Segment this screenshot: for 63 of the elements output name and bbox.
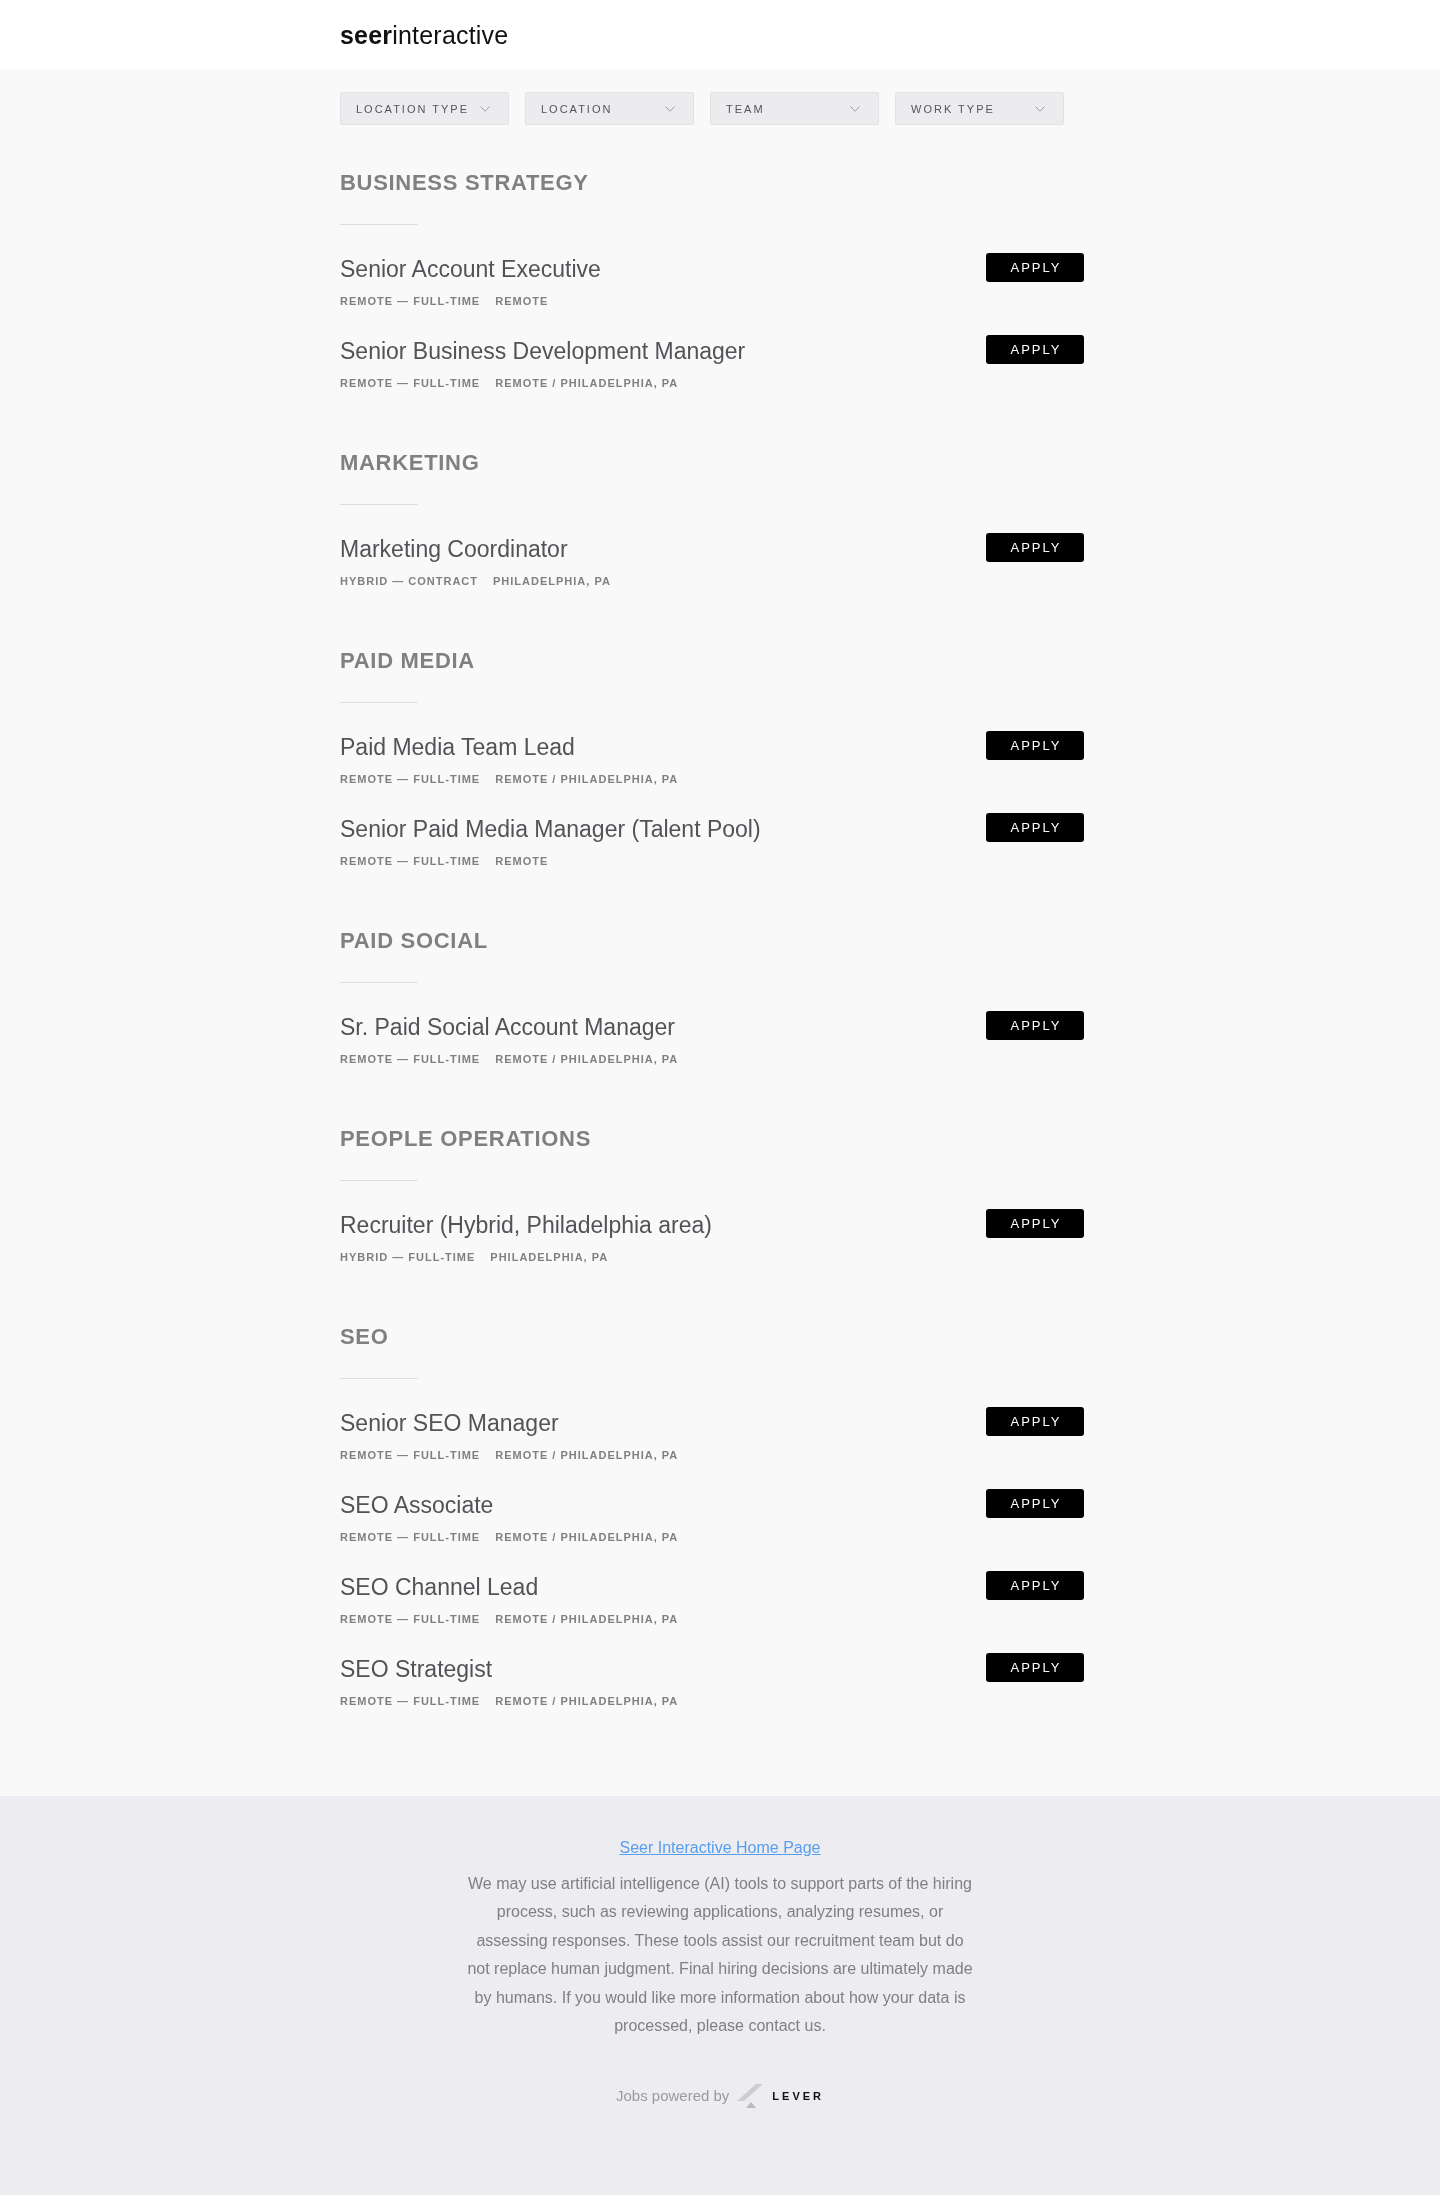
job-type-text: REMOTE — FULL-TIME [340,854,481,869]
section-heading: BUSINESS STRATEGY [340,169,589,197]
job-location-text: PHILADELPHIA, PA [493,574,611,589]
job-location-text: REMOTE / PHILADELPHIA, PA [495,772,679,787]
job-location-text: REMOTE / PHILADELPHIA, PA [495,1612,679,1627]
job-location-text: REMOTE / PHILADELPHIA, PA [495,376,679,391]
filter-dropdown[interactable]: WORK TYPE [895,92,1064,125]
job-type-text: REMOTE — FULL-TIME [340,1530,481,1545]
chevron-down-icon [665,105,675,112]
section-heading: PEOPLE OPERATIONS [340,1125,592,1153]
apply-button[interactable]: APPLY [986,1407,1084,1436]
job-title-link[interactable]: Senior Paid Media Manager (Talent Pool) [340,814,761,844]
job-location-text: REMOTE [495,854,549,869]
job-type-text: REMOTE — FULL-TIME [340,376,481,391]
job-type-text: REMOTE — FULL-TIME [340,772,481,787]
job-location-text: REMOTE / PHILADELPHIA, PA [495,1052,679,1067]
job-title-link[interactable]: Recruiter (Hybrid, Philadelphia area) [340,1210,712,1240]
job-location-text: REMOTE [495,294,549,309]
apply-button[interactable]: APPLY [986,253,1084,282]
job-type-text: REMOTE — FULL-TIME [340,1448,481,1463]
job-location-text: REMOTE / PHILADELPHIA, PA [495,1448,679,1463]
job-type-text: REMOTE — FULL-TIME [340,1612,481,1627]
job-title-link[interactable]: SEO Channel Lead [340,1572,539,1602]
job-title-link[interactable]: Paid Media Team Lead [340,732,575,762]
job-title-link[interactable]: Senior Business Development Manager [340,336,746,366]
apply-button[interactable]: APPLY [986,1489,1084,1518]
job-location-text: PHILADELPHIA, PA [490,1250,609,1265]
job-title-link[interactable]: Senior SEO Manager [340,1408,559,1438]
company-logo[interactable]: seerinteractive [340,19,509,50]
logo-icon [737,2084,764,2109]
chevron-down-icon [850,105,860,112]
job-type-text: REMOTE — FULL-TIME [340,1694,481,1709]
job-title-link[interactable]: SEO Associate [340,1490,494,1520]
section-heading: PAID MEDIA [340,647,475,675]
apply-button[interactable]: APPLY [986,731,1084,760]
filter-dropdown[interactable]: LOCATION TYPE [340,92,509,125]
apply-button[interactable]: APPLY [986,1653,1084,1682]
section-heading: SEO [340,1323,389,1351]
apply-button[interactable]: APPLY [986,533,1084,562]
ai-notice-text: We may use artificial intelligence (AI) tools to support parts of the hiring process, such as reviewing applications, analyzing resumes, or assessing responses. These tools assist our recruitment team but do not replace human judgment. Final hiring decisions are ultimately made by humans. If you would like more information about how your data is processed, please contact us. [467,1874,973,2037]
job-type-text: REMOTE — FULL-TIME [340,294,481,309]
apply-button[interactable]: APPLY [986,335,1084,364]
job-title-link[interactable]: Marketing Coordinator [340,534,568,564]
job-type-text: HYBRID — CONTRACT [340,574,478,589]
apply-button[interactable]: APPLY [986,1571,1084,1600]
apply-button[interactable]: APPLY [986,1209,1084,1238]
job-title-link[interactable]: SEO Strategist [340,1654,493,1684]
job-title-link[interactable]: Sr. Paid Social Account Manager [340,1012,675,1042]
job-type-text: HYBRID — FULL-TIME [340,1250,476,1265]
chevron-down-icon [1035,105,1045,112]
job-title-link[interactable]: Senior Account Executive [340,254,601,284]
section-heading: MARKETING [340,449,480,477]
apply-button[interactable]: APPLY [986,1011,1084,1040]
chevron-down-icon [480,105,490,112]
powered-by-text: Jobs powered by [615,2086,730,2107]
apply-button[interactable]: APPLY [986,813,1084,842]
filter-dropdown[interactable]: TEAM [710,92,879,125]
job-location-text: REMOTE / PHILADELPHIA, PA [495,1694,679,1709]
filter-dropdown[interactable]: LOCATION [525,92,694,125]
lever-link[interactable]: LEVER [737,2084,825,2109]
job-location-text: REMOTE / PHILADELPHIA, PA [495,1530,679,1545]
job-type-text: REMOTE — FULL-TIME [340,1052,481,1067]
section-heading: PAID SOCIAL [340,927,488,955]
